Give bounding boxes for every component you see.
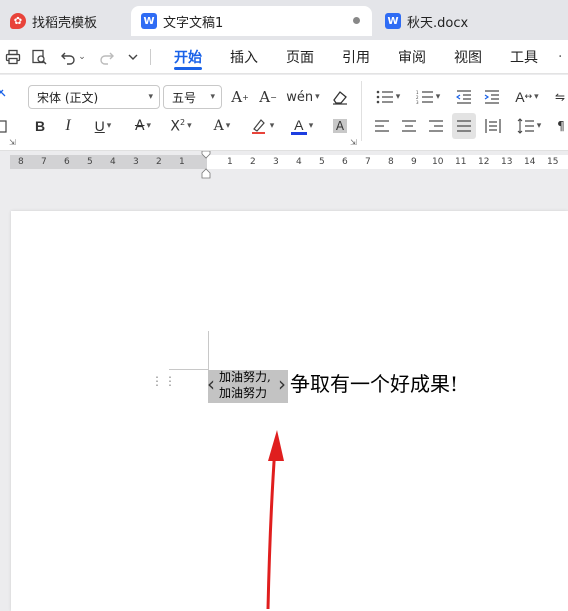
ruler-number: 2	[250, 157, 256, 167]
active-tab-underline	[174, 67, 202, 70]
print-icon[interactable]	[3, 47, 23, 67]
sort-icon[interactable]: ⇋	[552, 86, 568, 108]
ruler-track: 8 7 6 5 4 3 2 1 1 2 3 4 5 6 7 8 9 10 11 …	[10, 155, 568, 169]
menu-review[interactable]: 审阅	[398, 40, 426, 74]
tab-autumn-docx[interactable]: W 秋天.docx	[375, 6, 568, 36]
align-right-icon[interactable]	[426, 115, 446, 137]
strikethrough-icon[interactable]: A ▾	[128, 115, 158, 137]
red-arrow-annotation-icon	[266, 430, 284, 610]
character-shading-icon[interactable]: A	[330, 115, 350, 137]
clear-formatting-icon[interactable]	[328, 86, 352, 108]
unsaved-dot-icon[interactable]	[353, 17, 360, 24]
menu-separator	[150, 49, 151, 65]
tab-label: 秋天.docx	[407, 15, 469, 31]
menu-bar: ⌄ 开始 插入 页面 引用 审阅 视图 工具 ·	[0, 40, 568, 74]
ruler-number: 14	[524, 157, 536, 167]
ruler-number: 2	[156, 157, 162, 167]
docer-logo-icon: ✿	[10, 13, 26, 29]
tab-bar: ✿ 找稻壳模板 W 文字文稿1 W 秋天.docx	[0, 0, 568, 40]
menu-overflow[interactable]: ·	[558, 40, 562, 74]
bullet-list-icon[interactable]: ▾	[372, 86, 404, 108]
font-dialog-launcher-icon[interactable]: ⇲	[350, 138, 357, 147]
justify-icon[interactable]	[452, 113, 476, 139]
ribbon-separator	[361, 81, 362, 141]
ruler-number: 1	[227, 157, 233, 167]
ribbon-toolbar: ⇲ 宋体 (正文) ▾ 五号 ▾ A + A − wén ▾ B I U ▾ A ▾ X2…	[0, 75, 568, 151]
clipboard-icon[interactable]	[0, 115, 10, 137]
ruler-number: 5	[87, 157, 93, 167]
ruler-number: 4	[110, 157, 116, 167]
menu-home[interactable]: 开始	[174, 40, 202, 74]
menu-references[interactable]: 引用	[342, 40, 370, 74]
tab-label: 文字文稿1	[163, 15, 224, 31]
paragraph-mark-icon[interactable]: ¶	[554, 115, 568, 137]
more-dropdown-icon[interactable]	[123, 47, 143, 67]
italic-button[interactable]: I	[58, 115, 78, 137]
increase-font-size-icon[interactable]: A +	[230, 86, 250, 108]
ruler-number: 3	[133, 157, 139, 167]
document-canvas[interactable]: ⋮⋮ ‹ 加油努力, 加油努力 › 争取有一个好成果!	[0, 179, 568, 611]
line-spacing-icon[interactable]: ▾	[512, 115, 546, 137]
bold-button[interactable]: B	[30, 115, 50, 137]
increase-indent-icon[interactable]	[482, 86, 502, 108]
ruler-number: 15	[547, 157, 559, 167]
clipboard-dialog-launcher-icon[interactable]: ⇲	[9, 138, 16, 147]
ruler-number: 6	[342, 157, 348, 167]
horizontal-ruler[interactable]: 8 7 6 5 4 3 2 1 1 2 3 4 5 6 7 8 9 10 11 …	[0, 151, 568, 179]
tab-label: 找稻壳模板	[32, 15, 98, 31]
menu-view[interactable]: 视图	[454, 40, 482, 74]
font-size-value: 五号	[172, 90, 197, 105]
numbered-list-icon[interactable]: 1 2 3 ▾	[412, 86, 444, 108]
ruler-number: 7	[365, 157, 371, 167]
superscript-icon[interactable]: X2 ▾	[166, 115, 196, 137]
decrease-font-size-icon[interactable]: A −	[258, 86, 278, 108]
chevron-down-icon: ▾	[210, 92, 215, 102]
font-size-select[interactable]: 五号 ▾	[163, 85, 222, 109]
text-direction-icon[interactable]: A ↔ ▾	[510, 86, 544, 108]
redo-icon[interactable]	[97, 47, 117, 67]
highlight-icon[interactable]: ▾	[246, 115, 278, 137]
ruler-number: 8	[388, 157, 394, 167]
align-center-icon[interactable]	[399, 115, 419, 137]
writer-logo-icon: W	[141, 13, 157, 29]
decrease-indent-icon[interactable]	[454, 86, 474, 108]
tab-document-1[interactable]: W 文字文稿1	[131, 6, 372, 36]
font-name-select[interactable]: 宋体 (正文) ▾	[28, 85, 160, 109]
svg-text:3: 3	[416, 100, 419, 104]
menu-tools[interactable]: 工具	[510, 40, 538, 74]
ruler-number: 3	[273, 157, 279, 167]
ruler-number: 4	[296, 157, 302, 167]
ruler-number: 10	[432, 157, 444, 167]
ruler-number: 1	[179, 157, 185, 167]
chevron-down-icon: ▾	[148, 92, 153, 102]
menu-home-label: 开始	[174, 50, 202, 66]
tab-templates[interactable]: ✿ 找稻壳模板	[0, 6, 128, 36]
ruler-margin-area	[10, 155, 207, 169]
ruler-number: 8	[18, 157, 24, 167]
format-painter-icon[interactable]	[0, 85, 10, 107]
ruler-number: 6	[64, 157, 70, 167]
ruler-number: 12	[478, 157, 490, 167]
underline-label: U	[94, 118, 105, 134]
menu-page[interactable]: 页面	[286, 40, 314, 74]
writer-logo-icon: W	[385, 13, 401, 29]
font-color-icon[interactable]: A ▾	[286, 115, 318, 137]
ruler-number: 11	[455, 157, 467, 167]
distributed-align-icon[interactable]	[482, 115, 504, 137]
print-preview-icon[interactable]	[29, 47, 49, 67]
indent-marker-icon[interactable]	[201, 151, 211, 179]
ruler-number: 5	[319, 157, 325, 167]
ruler-number: 9	[411, 157, 417, 167]
align-left-icon[interactable]	[372, 115, 392, 137]
ruler-number: 7	[41, 157, 47, 167]
text-effects-icon[interactable]: A ▾	[206, 115, 238, 137]
underline-button[interactable]: U ▾	[86, 115, 120, 137]
phonetic-guide-icon[interactable]: wén ▾	[286, 86, 320, 108]
font-name-value: 宋体 (正文)	[37, 90, 99, 105]
menu-insert[interactable]: 插入	[230, 40, 258, 74]
ruler-number: 13	[501, 157, 513, 167]
undo-icon[interactable]: ⌄	[58, 47, 88, 67]
